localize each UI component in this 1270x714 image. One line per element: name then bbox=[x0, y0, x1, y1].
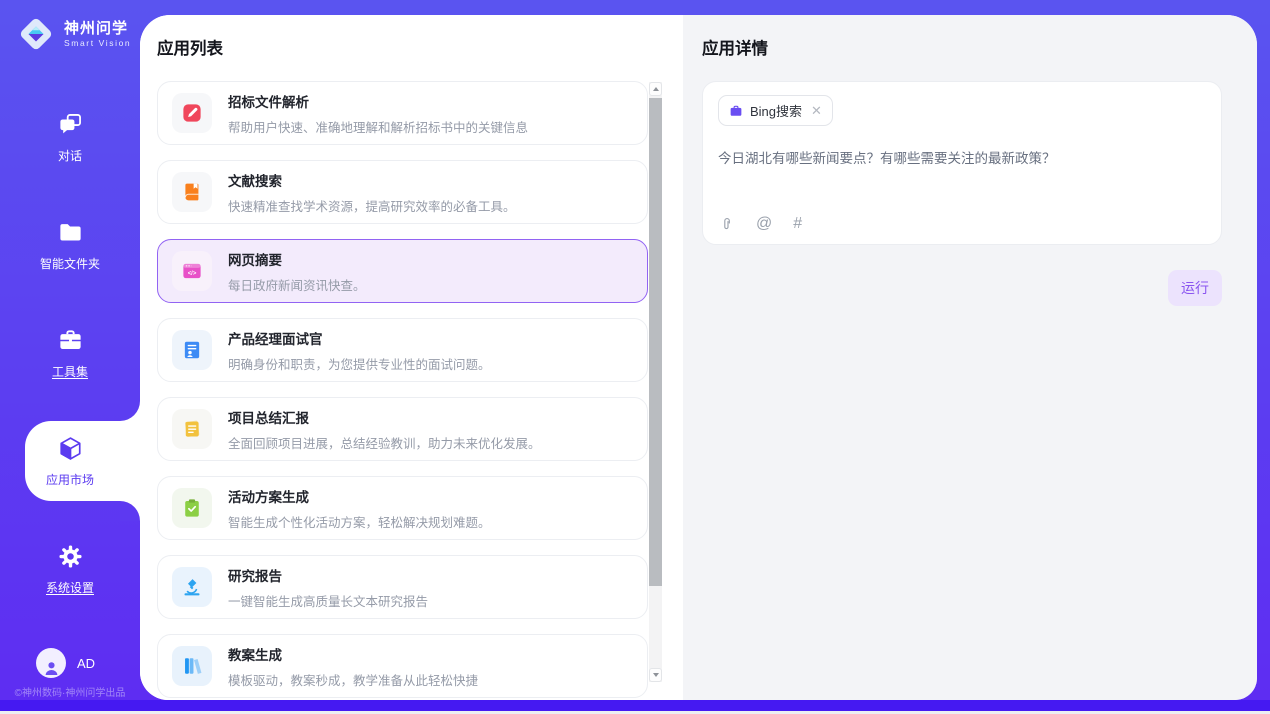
brand-text: 神州问学 Smart Vision bbox=[64, 20, 131, 48]
app-card[interactable]: 教案生成 模板驱动，教案秒成，教学准备从此轻松快捷 bbox=[157, 634, 648, 698]
content-frame: 应用列表 招标文件解析 帮助用户快速、准确地理解和解析招标书中的关键信息 文献搜… bbox=[140, 15, 1257, 700]
brand-name: 神州问学 bbox=[64, 20, 131, 37]
app-card-desc: 帮助用户快速、准确地理解和解析招标书中的关键信息 bbox=[228, 117, 528, 136]
books-icon bbox=[172, 646, 212, 686]
app-card-desc: 明确身份和职责，为您提供专业性的面试问题。 bbox=[228, 354, 491, 373]
triangle-up-icon bbox=[653, 87, 659, 91]
app-card[interactable]: 项目总结汇报 全面回顾项目进展，总结经验教训，助力未来优化发展。 bbox=[157, 397, 648, 461]
run-row: 运行 bbox=[702, 270, 1222, 306]
app-card[interactable]: 产品经理面试官 明确身份和职责，为您提供专业性的面试问题。 bbox=[157, 318, 648, 382]
sidebar-item-label: 工具集 bbox=[52, 363, 88, 380]
prompt-card: Bing搜索 ✕ 今日湖北有哪些新闻要点？有哪些需要关注的最新政策？ @# bbox=[702, 81, 1222, 245]
scrollbar[interactable] bbox=[649, 82, 662, 682]
hash-icon[interactable]: # bbox=[793, 216, 802, 232]
sidebar-nav: 对话 智能文件夹 工具集 应用市场 系统设置 bbox=[0, 83, 140, 623]
scroll-up-button[interactable] bbox=[649, 82, 662, 96]
app-card-desc: 一键智能生成高质量长文本研究报告 bbox=[228, 591, 428, 610]
app-card-desc: 快速精准查找学术资源，提高研究效率的必备工具。 bbox=[228, 196, 516, 215]
app-list-pane: 应用列表 招标文件解析 帮助用户快速、准确地理解和解析招标书中的关键信息 文献搜… bbox=[140, 15, 683, 700]
tag-close-icon[interactable]: ✕ bbox=[811, 103, 822, 119]
brand-subtitle: Smart Vision bbox=[64, 38, 131, 48]
app-card[interactable]: </> 网页摘要 每日政府新闻资讯快查。 bbox=[157, 239, 648, 303]
sidebar-item-label: 对话 bbox=[58, 147, 82, 164]
doc-person-icon bbox=[172, 330, 212, 370]
tool-tag-label: Bing搜索 bbox=[750, 101, 802, 120]
brand-diamond-icon bbox=[15, 13, 57, 55]
app-card-desc: 智能生成个性化活动方案，轻松解决规划难题。 bbox=[228, 512, 491, 531]
note-icon bbox=[172, 409, 212, 449]
tool-tag[interactable]: Bing搜索 ✕ bbox=[718, 95, 833, 126]
app-window: 神州问学 Smart Vision 对话 智能文件夹 工具集 应用市场 系统设置… bbox=[0, 0, 1270, 714]
app-card-name: 项目总结汇报 bbox=[228, 407, 541, 427]
scroll-down-button[interactable] bbox=[649, 668, 662, 682]
app-card[interactable]: 研究报告 一键智能生成高质量长文本研究报告 bbox=[157, 555, 648, 619]
app-card-desc: 每日政府新闻资讯快查。 bbox=[228, 275, 366, 294]
microscope-icon bbox=[172, 567, 212, 607]
mention-icon[interactable]: @ bbox=[756, 216, 772, 232]
user-initials: AD bbox=[77, 656, 95, 671]
sidebar-item-folders[interactable]: 智能文件夹 bbox=[0, 191, 140, 299]
avatar[interactable] bbox=[36, 648, 66, 678]
bottom-accent-bar bbox=[0, 700, 1270, 711]
sidebar-item-label: 系统设置 bbox=[46, 579, 94, 596]
folder-icon bbox=[57, 219, 84, 246]
copyright: ©神州数码·神州问学出品 bbox=[0, 684, 140, 699]
run-button[interactable]: 运行 bbox=[1168, 270, 1222, 306]
app-card-name: 网页摘要 bbox=[228, 249, 366, 269]
app-card-name: 招标文件解析 bbox=[228, 91, 528, 111]
book-icon bbox=[172, 172, 212, 212]
app-card-name: 产品经理面试官 bbox=[228, 328, 491, 348]
app-list-title: 应用列表 bbox=[157, 40, 683, 59]
app-card[interactable]: 活动方案生成 智能生成个性化活动方案，轻松解决规划难题。 bbox=[157, 476, 648, 540]
sidebar-item-label: 应用市场 bbox=[46, 471, 94, 488]
app-card-name: 研究报告 bbox=[228, 565, 428, 585]
gear-icon bbox=[57, 543, 84, 570]
cube-icon bbox=[57, 435, 84, 462]
attachment-toolbar: @# bbox=[719, 216, 802, 232]
app-card-name: 活动方案生成 bbox=[228, 486, 491, 506]
user-chip[interactable]: AD bbox=[36, 648, 95, 678]
sidebar-item-market[interactable]: 应用市场 bbox=[0, 407, 140, 515]
sidebar-item-label: 智能文件夹 bbox=[40, 255, 100, 272]
app-card-desc: 模板驱动，教案秒成，教学准备从此轻松快捷 bbox=[228, 670, 478, 689]
sidebar-item-tools[interactable]: 工具集 bbox=[0, 299, 140, 407]
sidebar-item-settings[interactable]: 系统设置 bbox=[0, 515, 140, 623]
app-detail-pane: 应用详情 Bing搜索 ✕ 今日湖北有哪些新闻要点？有哪些需要关注的最新政策？ … bbox=[683, 15, 1257, 700]
app-card-list: 招标文件解析 帮助用户快速、准确地理解和解析招标书中的关键信息 文献搜索 快速精… bbox=[157, 81, 648, 698]
briefcase-icon bbox=[729, 104, 743, 118]
svg-text:</>: </> bbox=[188, 271, 197, 277]
clipboard-check-icon bbox=[172, 488, 212, 528]
chat-icon bbox=[57, 111, 84, 138]
pen-square-icon bbox=[172, 93, 212, 133]
app-detail-title: 应用详情 bbox=[702, 40, 1222, 59]
briefcase-icon bbox=[57, 327, 84, 354]
brand-logo: 神州问学 Smart Vision bbox=[15, 13, 131, 55]
sidebar: 神州问学 Smart Vision 对话 智能文件夹 工具集 应用市场 系统设置… bbox=[0, 0, 140, 700]
prompt-input[interactable]: 今日湖北有哪些新闻要点？有哪些需要关注的最新政策？ bbox=[718, 149, 1206, 168]
browser-code-icon: </> bbox=[172, 251, 212, 291]
app-card-name: 文献搜索 bbox=[228, 170, 516, 190]
bubble-curve-top bbox=[120, 401, 140, 421]
scrollbar-thumb[interactable] bbox=[649, 98, 662, 586]
app-card[interactable]: 招标文件解析 帮助用户快速、准确地理解和解析招标书中的关键信息 bbox=[157, 81, 648, 145]
app-card[interactable]: 文献搜索 快速精准查找学术资源，提高研究效率的必备工具。 bbox=[157, 160, 648, 224]
triangle-down-icon bbox=[653, 673, 659, 677]
paperclip-icon[interactable] bbox=[719, 216, 735, 232]
app-card-desc: 全面回顾项目进展，总结经验教训，助力未来优化发展。 bbox=[228, 433, 541, 452]
sidebar-item-chat[interactable]: 对话 bbox=[0, 83, 140, 191]
app-card-name: 教案生成 bbox=[228, 644, 478, 664]
